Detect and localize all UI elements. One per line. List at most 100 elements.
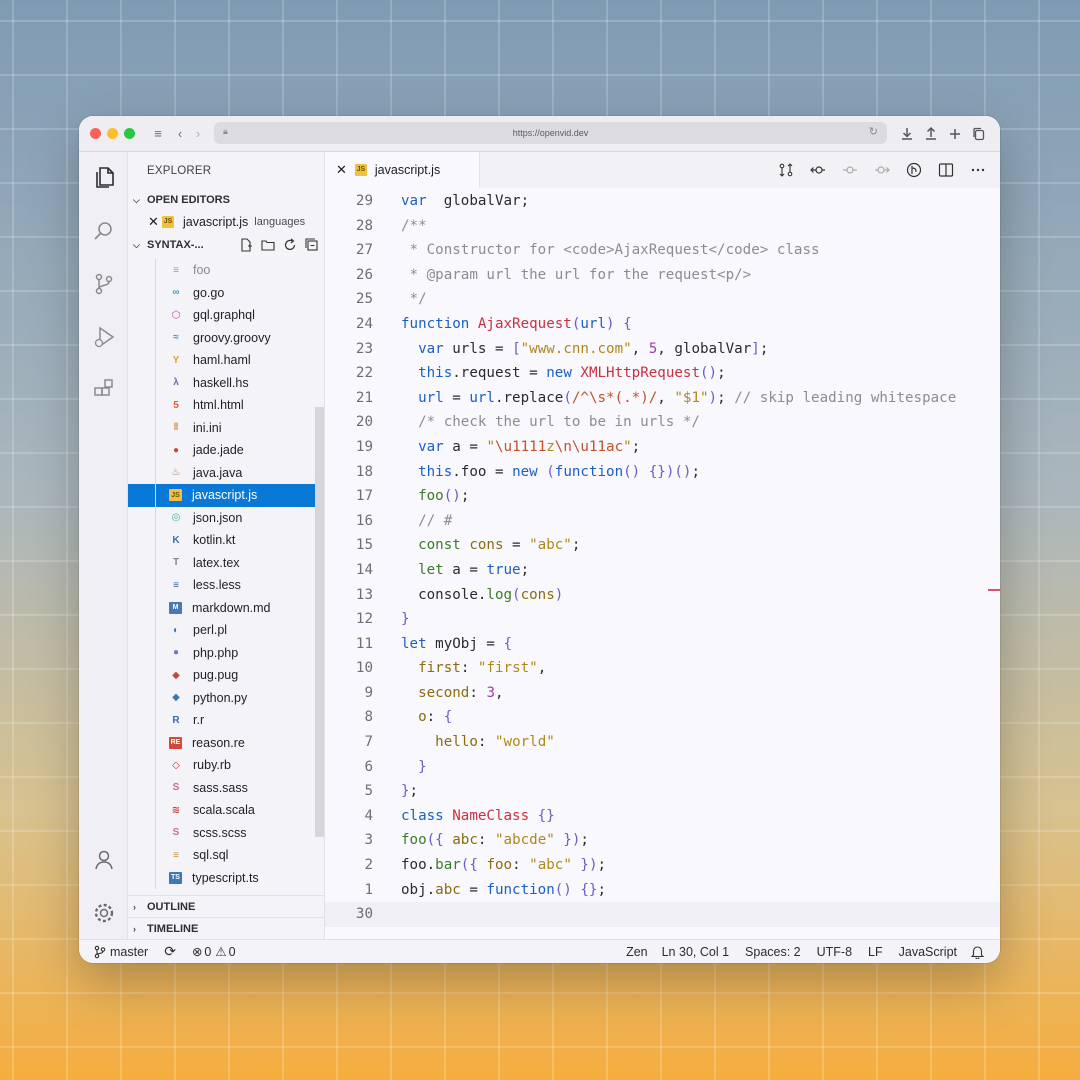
- code-line[interactable]: 2 foo.bar({ foo: "abc" });: [325, 853, 1000, 878]
- file-item[interactable]: λ haskell.hs: [128, 371, 324, 394]
- encoding-setting[interactable]: UTF-8: [817, 945, 852, 959]
- code-line[interactable]: 28 /**: [325, 214, 1000, 239]
- open-editors-header[interactable]: ⌵ OPEN EDITORS: [128, 189, 324, 211]
- reload-icon[interactable]: ↻: [869, 125, 878, 138]
- code-line[interactable]: 24 function AjaxRequest(url) {: [325, 312, 1000, 337]
- code-line[interactable]: 27 * Constructor for <code>AjaxRequest</…: [325, 238, 1000, 263]
- zoom-window-button[interactable]: [124, 128, 135, 139]
- address-bar[interactable]: 🔒︎ https://openvid.dev ↻: [214, 122, 887, 144]
- source-control-icon[interactable]: [91, 271, 117, 297]
- code-line[interactable]: 1 obj.abc = function() {};: [325, 878, 1000, 903]
- zen-mode-item[interactable]: Zen: [626, 945, 648, 959]
- code-line[interactable]: 6 }: [325, 755, 1000, 780]
- file-item[interactable]: ∞ go.go: [128, 281, 324, 304]
- file-item[interactable]: ‖ ini.ini: [128, 416, 324, 439]
- indentation-setting[interactable]: Spaces: 2: [745, 945, 801, 959]
- outline-header[interactable]: › OUTLINE: [128, 895, 324, 917]
- code-line[interactable]: 5};: [325, 779, 1000, 804]
- split-editor-icon[interactable]: [938, 162, 954, 178]
- open-changes-icon[interactable]: [778, 162, 794, 178]
- close-window-button[interactable]: [90, 128, 101, 139]
- timeline-header[interactable]: › TIMELINE: [128, 917, 324, 939]
- branch-indicator[interactable]: master: [93, 945, 148, 959]
- code-line[interactable]: 23 var urls = ["www.cnn.com", 5, globalV…: [325, 337, 1000, 362]
- code-line[interactable]: 30: [325, 902, 1000, 927]
- back-icon[interactable]: ‹: [171, 126, 189, 141]
- code-line[interactable]: 26 * @param url the url for the request<…: [325, 263, 1000, 288]
- file-item[interactable]: ● php.php: [128, 641, 324, 664]
- new-file-icon[interactable]: [239, 238, 253, 252]
- account-icon[interactable]: [91, 847, 117, 873]
- eol-setting[interactable]: LF: [868, 945, 883, 959]
- code-line[interactable]: 20 /* check the url to be in urls */: [325, 410, 1000, 435]
- code-line[interactable]: 29 var globalVar;: [325, 189, 1000, 214]
- close-icon[interactable]: ✕: [148, 214, 162, 230]
- new-tab-icon[interactable]: [946, 125, 964, 143]
- code-line[interactable]: 4 class NameClass {}: [325, 804, 1000, 829]
- code-area[interactable]: 29 var globalVar; 28/** 27 * Constructor fo…: [325, 189, 1000, 927]
- code-line[interactable]: 7 hello: "world": [325, 730, 1000, 755]
- sync-icon[interactable]: ⟳: [164, 943, 176, 960]
- file-item[interactable]: Ssass.sass: [128, 776, 324, 799]
- file-item[interactable]: Rr.r: [128, 709, 324, 732]
- code-line[interactable]: 16 // #: [325, 509, 1000, 534]
- language-mode[interactable]: JavaScript: [899, 945, 957, 959]
- code-line[interactable]: 8 o: {: [325, 705, 1000, 730]
- cursor-position[interactable]: Ln 30, Col 1: [662, 945, 729, 959]
- explorer-files-icon[interactable]: [91, 164, 117, 190]
- close-tab-icon[interactable]: ✕: [336, 162, 347, 178]
- code-line[interactable]: 14 let a = true;: [325, 558, 1000, 583]
- more-actions-icon[interactable]: [970, 162, 986, 178]
- file-item[interactable]: ≡ foo: [128, 259, 324, 282]
- folder-header[interactable]: ⌵ SYNTAX-...: [128, 234, 324, 256]
- file-item[interactable]: Tlatex.tex: [128, 551, 324, 574]
- commit-icon[interactable]: [842, 162, 858, 178]
- file-item[interactable]: Sscss.scss: [128, 821, 324, 844]
- file-item[interactable]: ◎ json.json: [128, 506, 324, 529]
- file-item[interactable]: RE reason.re: [128, 731, 324, 754]
- file-item[interactable]: TS typescript.ts: [128, 866, 324, 889]
- file-item[interactable]: ◇ ruby.rb: [128, 754, 324, 777]
- file-item[interactable]: Yhaml.haml: [128, 349, 324, 372]
- file-item[interactable]: ≋ scala.scala: [128, 799, 324, 822]
- go-forward-icon[interactable]: [874, 162, 890, 178]
- tab-javascript[interactable]: ✕ JS javascript.js: [325, 152, 480, 188]
- code-line[interactable]: 21 url = url.replace(/^\s*(.*)/, "$1"); …: [325, 386, 1000, 411]
- file-item[interactable]: 5 html.html: [128, 394, 324, 417]
- refresh-icon[interactable]: [283, 238, 297, 252]
- code-line[interactable]: 15 const cons = "abc";: [325, 533, 1000, 558]
- code-line[interactable]: 19 var a = "\u1111z\n\u11ac";: [325, 435, 1000, 460]
- sidebar-scrollbar[interactable]: [315, 407, 324, 837]
- code-line[interactable]: 3 foo({ abc: "abcde" });: [325, 828, 1000, 853]
- tabs-overview-icon[interactable]: [970, 125, 988, 143]
- extensions-icon[interactable]: [91, 377, 117, 403]
- file-item[interactable]: ● jade.jade: [128, 439, 324, 462]
- code-line[interactable]: 12}: [325, 607, 1000, 632]
- open-editor-item[interactable]: ✕ JS javascript.js languages: [128, 211, 324, 233]
- file-item[interactable]: ◐ perl.pl: [128, 619, 324, 642]
- file-item[interactable]: ♨ java.java: [128, 461, 324, 484]
- timeline-toggle-icon[interactable]: [906, 162, 922, 178]
- download-icon[interactable]: [898, 125, 916, 143]
- code-line[interactable]: 22 this.request = new XMLHttpRequest();: [325, 361, 1000, 386]
- sidebar-menu-icon[interactable]: ≡: [149, 126, 167, 141]
- code-line[interactable]: 18 this.foo = new (function() {})();: [325, 460, 1000, 485]
- code-line[interactable]: 25 */: [325, 287, 1000, 312]
- file-item[interactable]: JS javascript.js: [128, 484, 324, 507]
- notifications-bell-icon[interactable]: [971, 945, 984, 959]
- share-icon[interactable]: [922, 125, 940, 143]
- code-line[interactable]: 13 console.log(cons): [325, 583, 1000, 608]
- file-item[interactable]: Kkotlin.kt: [128, 529, 324, 552]
- minimize-window-button[interactable]: [107, 128, 118, 139]
- run-debug-icon[interactable]: [91, 324, 117, 350]
- file-item[interactable]: ≡ less.less: [128, 574, 324, 597]
- forward-icon[interactable]: ›: [189, 126, 207, 141]
- code-line[interactable]: 9 second: 3,: [325, 681, 1000, 706]
- go-back-icon[interactable]: [810, 162, 826, 178]
- file-item[interactable]: ≡ sql.sql: [128, 844, 324, 867]
- settings-gear-icon[interactable]: [91, 900, 117, 926]
- code-line[interactable]: 17 foo();: [325, 484, 1000, 509]
- file-item[interactable]: ⬡ gql.graphql: [128, 304, 324, 327]
- problems-indicator[interactable]: ⊗ 0 ⚠ 0: [192, 944, 236, 960]
- collapse-all-icon[interactable]: [305, 238, 319, 252]
